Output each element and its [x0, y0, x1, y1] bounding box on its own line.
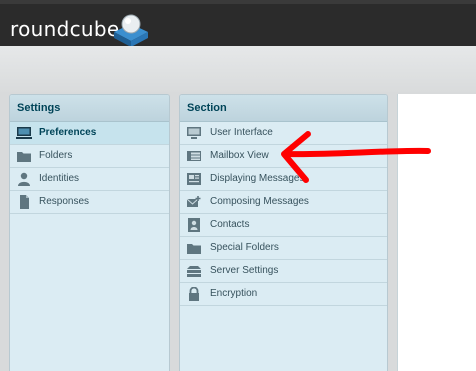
lock-icon — [189, 287, 199, 301]
section-item-label: Contacts — [210, 219, 250, 230]
monitor-icon — [187, 127, 201, 139]
settings-item-responses[interactable]: Responses — [10, 191, 169, 214]
settings-item-label: Preferences — [39, 127, 97, 138]
settings-item-label: Identities — [39, 173, 80, 184]
compose-icon — [186, 196, 201, 207]
section-item-server-settings[interactable]: Server Settings — [180, 260, 387, 283]
settings-item-label: Folders — [39, 150, 73, 161]
section-item-composing-messages[interactable]: Composing Messages — [180, 191, 387, 214]
red-annotation-arrow — [281, 131, 431, 183]
folder-icon — [17, 152, 31, 162]
section-item-label: User Interface — [210, 127, 273, 138]
contacts-icon — [188, 218, 200, 232]
section-item-label: Special Folders — [210, 242, 279, 253]
section-item-label: Mailbox View — [210, 150, 269, 161]
settings-item-folders[interactable]: Folders — [10, 145, 169, 168]
section-item-special-folders[interactable]: Special Folders — [180, 237, 387, 260]
section-item-contacts[interactable]: Contacts — [180, 214, 387, 237]
document-icon — [20, 195, 29, 209]
settings-panel: Settings Preferences Folders Identities … — [9, 94, 170, 371]
monitor-icon — [16, 127, 32, 139]
section-item-label: Composing Messages — [210, 196, 309, 207]
roundcube-logo-text: roundcube — [10, 17, 120, 41]
section-item-label: Encryption — [210, 288, 258, 299]
person-icon — [18, 172, 30, 186]
folder-icon — [187, 244, 201, 254]
settings-item-preferences[interactable]: Preferences — [10, 122, 169, 145]
settings-item-label: Responses — [39, 196, 90, 207]
toolbar-area — [0, 46, 476, 92]
section-panel-title: Section — [180, 95, 387, 122]
settings-panel-title: Settings — [10, 95, 169, 122]
section-item-label: Server Settings — [210, 265, 279, 276]
list-icon — [187, 151, 201, 161]
roundcube-logo-icon — [114, 14, 148, 47]
top-header-bar: roundcube — [0, 0, 476, 47]
newspaper-icon — [187, 173, 201, 185]
section-item-encryption[interactable]: Encryption — [180, 283, 387, 306]
server-icon — [187, 266, 201, 277]
settings-item-identities[interactable]: Identities — [10, 168, 169, 191]
